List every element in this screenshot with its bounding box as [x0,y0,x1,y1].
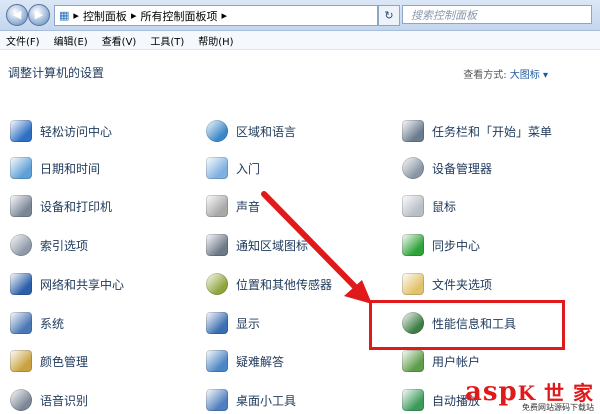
breadcrumb-separator-icon: ▸ [73,9,79,22]
taskbar-icon [402,120,424,142]
annotation-highlight-box [369,300,565,350]
autoplay-icon [402,389,424,411]
sensor-icon [206,273,228,295]
breadcrumb-separator-icon: ▸ [221,9,227,22]
control-panel-item[interactable]: 颜色管理 [10,347,88,375]
color-management-icon [10,350,32,372]
title-bar: ◀ ▶ ▦ ▸ 控制面板 ▸ 所有控制面板项 ▸ ↻ 搜索控制面板 [0,0,600,31]
control-panel-item[interactable]: 鼠标 [402,192,456,220]
system-icon [10,312,32,334]
control-panel-item-label: 同步中心 [432,238,481,253]
device-manager-icon [402,157,424,179]
page-title: 调整计算机的设置 [8,66,105,80]
control-panel-item-label: 文件夹选项 [432,277,493,292]
view-mode: 查看方式: 大图标 ▾ [463,66,548,81]
menu-bar: 文件(F) 编辑(E) 查看(V) 工具(T) 帮助(H) [0,31,600,50]
breadcrumb-control-panel[interactable]: 控制面板 [83,8,127,24]
gadgets-icon [206,389,228,411]
control-panel-item[interactable]: 索引选项 [10,231,88,259]
mouse-icon [402,195,424,217]
control-panel-item[interactable]: 区域和语言 [206,117,296,145]
control-panel-item[interactable]: 网络和共享中心 [10,270,124,298]
forward-button[interactable]: ▶ [28,4,50,26]
notification-icon [206,234,228,256]
menu-tools[interactable]: 工具(T) [150,33,184,48]
control-panel-item[interactable]: 语音识别 [10,386,88,414]
control-panel-item-label: 索引选项 [40,238,89,253]
breadcrumb-all-items[interactable]: 所有控制面板项 [140,8,217,24]
control-panel-item[interactable]: 入门 [206,154,260,182]
control-panel-item[interactable]: 疑难解答 [206,347,284,375]
user-accounts-icon [402,350,424,372]
menu-view[interactable]: 查看(V) [102,33,137,48]
search-input[interactable]: 搜索控制面板 [402,5,592,24]
control-panel-item[interactable]: 桌面小工具 [206,386,296,414]
ease-of-access-icon [10,120,32,142]
breadcrumb-separator-icon: ▸ [130,9,137,22]
microphone-icon [10,389,32,411]
control-panel-item-label: 设备管理器 [432,161,493,176]
menu-edit[interactable]: 编辑(E) [54,33,88,48]
control-panel-item[interactable]: 用户帐户 [402,347,480,375]
printer-icon [10,195,32,217]
back-button[interactable]: ◀ [6,4,28,26]
menu-file[interactable]: 文件(F) [6,33,40,48]
display-icon [206,312,228,334]
sync-icon [402,234,424,256]
control-panel-item[interactable]: 日期和时间 [10,154,100,182]
getting-started-icon [206,157,228,179]
control-panel-item-label: 颜色管理 [40,354,89,369]
refresh-button[interactable]: ↻ [378,5,400,26]
globe-icon [206,120,228,142]
control-panel-item-label: 任务栏和「开始」菜单 [432,124,553,139]
control-panel-item[interactable]: 文件夹选项 [402,270,492,298]
view-mode-label: 查看方式: [463,70,507,81]
control-panel-item-label: 入门 [236,161,261,176]
control-panel-item[interactable]: 设备管理器 [402,154,492,182]
arrow-shaft [261,191,369,301]
control-panel-item[interactable]: 设备和打印机 [10,192,112,220]
control-panel-item-label: 日期和时间 [40,161,101,176]
control-panel-item-label: 设备和打印机 [40,199,113,214]
watermark-subtitle: 免费网站源码下载站 [522,403,594,412]
address-bar[interactable]: ▦ ▸ 控制面板 ▸ 所有控制面板项 ▸ [54,5,378,26]
control-panel-item-label: 网络和共享中心 [40,277,125,292]
menu-help[interactable]: 帮助(H) [198,33,233,48]
control-panel-item[interactable]: 系统 [10,309,64,337]
control-panel-item-label: 系统 [40,316,65,331]
control-panel-item-label: 用户帐户 [432,354,481,369]
annotation-arrow [261,191,372,304]
view-mode-dropdown[interactable]: 大图标 ▾ [510,70,548,81]
index-search-icon [10,234,32,256]
control-panel-item-label: 语音识别 [40,393,89,408]
control-panel-item-label: 疑难解答 [236,354,285,369]
control-panel-item[interactable]: 轻松访问中心 [10,117,112,145]
control-panel-item-label: 桌面小工具 [236,393,297,408]
folder-icon [402,273,424,295]
calendar-icon [10,157,32,179]
control-panel-icon: ▦ [59,9,70,22]
control-panel-item-label: 轻松访问中心 [40,124,113,139]
speaker-icon [206,195,228,217]
troubleshoot-icon [206,350,228,372]
control-panel-item-label: 鼠标 [432,199,457,214]
network-icon [10,273,32,295]
control-panel-item[interactable]: 任务栏和「开始」菜单 [402,117,552,145]
control-panel-item[interactable]: 同步中心 [402,231,480,259]
control-panel-item-label: 区域和语言 [236,124,297,139]
